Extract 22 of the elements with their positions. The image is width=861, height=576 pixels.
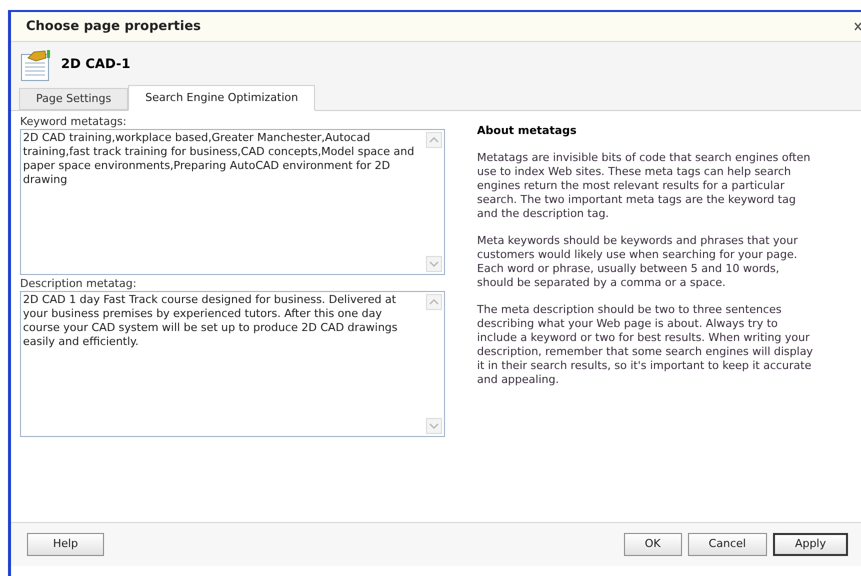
page-icon [20, 49, 52, 81]
dialog-button[interactable]: Cancel [688, 533, 767, 556]
page-name: 2D CAD-1 [61, 56, 130, 74]
scroll-up-icon[interactable] [426, 132, 442, 148]
dialog-button[interactable]: Help [27, 533, 104, 556]
help-paragraph: Metatags are invisible bits of code that search engines often use to index Web sites. These meta tags can help search engines return the most relevant results for a particular search. The two important meta tags are the keyword tag and the description tag. [477, 151, 812, 221]
tab[interactable]: Search Engine Optimization [128, 85, 316, 111]
dialog-button[interactable]: Apply [772, 533, 848, 556]
help-paragraph: Meta keywords should be keywords and phrases that your customers would likely use when searching for your page. Each word or phrase, usually between 5 and 10 words, should be separated by a comma or a space. [477, 234, 799, 290]
scroll-down-icon[interactable] [426, 256, 442, 272]
tab[interactable]: Page Settings [19, 88, 128, 110]
help-heading: About metatags [477, 124, 578, 138]
text-area[interactable]: 2D CAD training,workplace based,Greater Manchester,Autocad training,fast track training for business,CAD concepts,Model space and paper space environments,Preparing AutoCAD environment for 2D drawing [20, 129, 445, 275]
window-title: Choose page properties [26, 18, 201, 36]
field-label: Keyword metatags: [20, 115, 128, 129]
text-area[interactable]: 2D CAD 1 day Fast Track course designed for business. Delivered at your business premises by experienced tutors. After this one day course your CAD system will be set up to produce 2D CAD drawings easily and efficiently. [20, 291, 445, 437]
field-label: Description metatag: [20, 277, 138, 291]
scroll-up-icon[interactable] [426, 294, 442, 310]
dialog-button[interactable]: OK [624, 533, 682, 556]
help-paragraph: The meta description should be two to three sentences describing what your Web page is about. Always try to include a keyword or two for best results. When writing your description, remember that some search engines will display it in their search results, so it's important to keep it accurate and appealing. [477, 303, 814, 387]
close-icon[interactable] [854, 22, 861, 31]
scroll-down-icon[interactable] [426, 418, 442, 434]
